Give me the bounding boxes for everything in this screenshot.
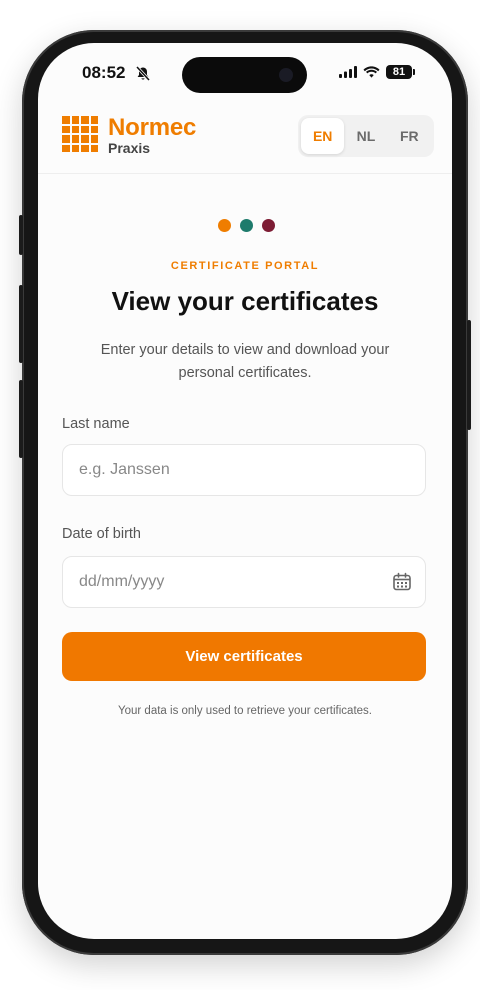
normec-logo-icon (62, 116, 98, 152)
bell-off-icon (136, 66, 150, 81)
app-header: Normec Praxis EN NL FR (38, 101, 452, 174)
status-indicators: 81 (339, 65, 415, 79)
dob-input[interactable] (62, 556, 426, 608)
portal-eyebrow: CERTIFICATE PORTAL (170, 260, 320, 272)
brand-sub: Praxis (108, 140, 151, 156)
last-name-label: Last name (62, 416, 130, 432)
privacy-note: Your data is only used to retrieve your … (118, 705, 372, 717)
view-certificates-button[interactable]: View certificates (62, 632, 426, 681)
volume-up-button (19, 285, 23, 363)
orange-dot (218, 219, 231, 232)
brand-name: Normec (108, 114, 197, 141)
app-screen: 08:52 81 Normec Praxis EN NL FR CERTIFIC… (38, 43, 452, 939)
signal-icon (339, 66, 357, 78)
power-button (467, 320, 471, 430)
language-switcher: EN NL FR (298, 115, 434, 157)
dynamic-island (182, 57, 307, 93)
front-camera (279, 68, 293, 82)
last-name-input[interactable] (62, 444, 426, 496)
maroon-dot (262, 219, 275, 232)
wifi-icon (363, 66, 380, 78)
status-time: 08:52 (82, 63, 126, 82)
action-button (19, 215, 23, 255)
language-en-button[interactable]: EN (301, 118, 345, 154)
teal-dot (240, 219, 253, 232)
page-description: Enter your details to view and download … (100, 342, 390, 381)
language-nl-button[interactable]: NL (344, 118, 387, 154)
dob-label: Date of birth (62, 526, 141, 542)
decorative-dots (218, 219, 275, 232)
calendar-icon[interactable] (392, 572, 412, 592)
language-fr-button[interactable]: FR (388, 118, 431, 154)
volume-down-button (19, 380, 23, 458)
page-title: View your certificates (111, 286, 379, 316)
battery-icon: 81 (386, 65, 415, 79)
